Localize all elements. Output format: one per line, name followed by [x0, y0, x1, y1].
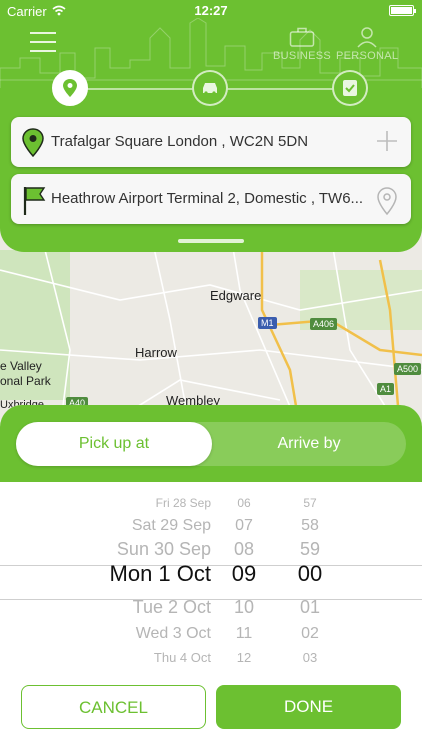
- picker-row[interactable]: Thu 4 Oct 12 03: [0, 643, 422, 668]
- mode-bar: Pick up at Arrive by: [0, 405, 422, 482]
- done-button[interactable]: DONE: [216, 685, 401, 729]
- picker-hour: 09: [231, 561, 257, 586]
- status-bar: Carrier 12:27: [0, 0, 422, 22]
- picker-minute: 00: [297, 561, 323, 586]
- picker-minute: 01: [299, 597, 321, 617]
- hamburger-icon[interactable]: [30, 32, 56, 54]
- map-label-edgware: Edgware: [210, 288, 262, 303]
- time-picker-sheet: Pick up at Arrive by Fri 28 Sep 06 57 Sat 2…: [0, 405, 422, 750]
- location-pin-icon: [63, 79, 77, 97]
- date-time-picker[interactable]: Fri 28 Sep 06 57 Sat 29 Sep 07 58 Sun 30 Sep 08…: [0, 482, 422, 668]
- road-shield-a406: A406: [310, 318, 338, 330]
- map-label-valley: e Valley: [0, 359, 42, 373]
- map-label-park: onal Park: [0, 374, 51, 388]
- step-confirm[interactable]: [332, 70, 368, 106]
- flag-icon: [23, 187, 46, 215]
- pickup-field[interactable]: Trafalgar Square London , WC2N 5DN: [11, 117, 411, 167]
- map-label-harrow: Harrow: [135, 345, 177, 360]
- road-shield-m1: M1: [258, 317, 277, 329]
- picker-row[interactable]: Tue 2 Oct 10 01: [0, 592, 422, 622]
- plus-icon[interactable]: [375, 129, 399, 153]
- location-outline-icon[interactable]: [375, 186, 399, 216]
- picker-date: Thu 4 Oct: [153, 650, 211, 665]
- car-icon: [203, 83, 217, 95]
- road-shield-a500: A500: [394, 363, 422, 375]
- pickup-at-option[interactable]: Pick up at: [16, 422, 212, 466]
- picker-minute: 03: [302, 650, 318, 665]
- status-time: 12:27: [194, 3, 228, 18]
- tab-business-label: BUSINESS: [273, 50, 332, 62]
- tab-personal-label: PERSONAL: [336, 50, 399, 62]
- step-vehicle[interactable]: [192, 70, 228, 106]
- drag-handle[interactable]: [178, 239, 244, 243]
- checklist-icon: [343, 80, 357, 96]
- map-view[interactable]: Edgware Harrow Wembley e Valley onal Par…: [0, 230, 422, 430]
- dropoff-field[interactable]: Heathrow Airport Terminal 2, Domestic , …: [11, 174, 411, 224]
- picker-hour: 12: [236, 650, 252, 665]
- tab-business[interactable]: BUSINESS: [273, 26, 331, 62]
- road-shield-a1: A1: [377, 383, 395, 395]
- pin-marker-icon: [22, 128, 44, 158]
- booking-screen: Edgware Harrow Wembley e Valley onal Par…: [0, 0, 422, 750]
- briefcase-icon: [289, 27, 315, 47]
- step-location[interactable]: [52, 70, 88, 106]
- picker-hour: 10: [233, 597, 255, 617]
- cancel-button[interactable]: CANCEL: [21, 685, 206, 729]
- picker-date: Tue 2 Oct: [132, 597, 211, 617]
- pickup-address: Trafalgar Square London , WC2N 5DN: [51, 133, 309, 150]
- header-panel: Carrier 12:27 BUSINESS PERSONAL Trafalga…: [0, 0, 422, 252]
- person-icon: [357, 27, 377, 48]
- picker-row[interactable]: Mon 1 Oct 09 00: [0, 559, 422, 589]
- battery-icon: [389, 5, 416, 16]
- mode-segmented-control: Pick up at Arrive by: [16, 422, 406, 466]
- picker-date: Mon 1 Oct: [109, 561, 211, 586]
- tab-personal[interactable]: PERSONAL: [336, 26, 398, 62]
- dropoff-address: Heathrow Airport Terminal 2, Domestic , …: [51, 190, 364, 207]
- arrive-by-option[interactable]: Arrive by: [212, 422, 406, 466]
